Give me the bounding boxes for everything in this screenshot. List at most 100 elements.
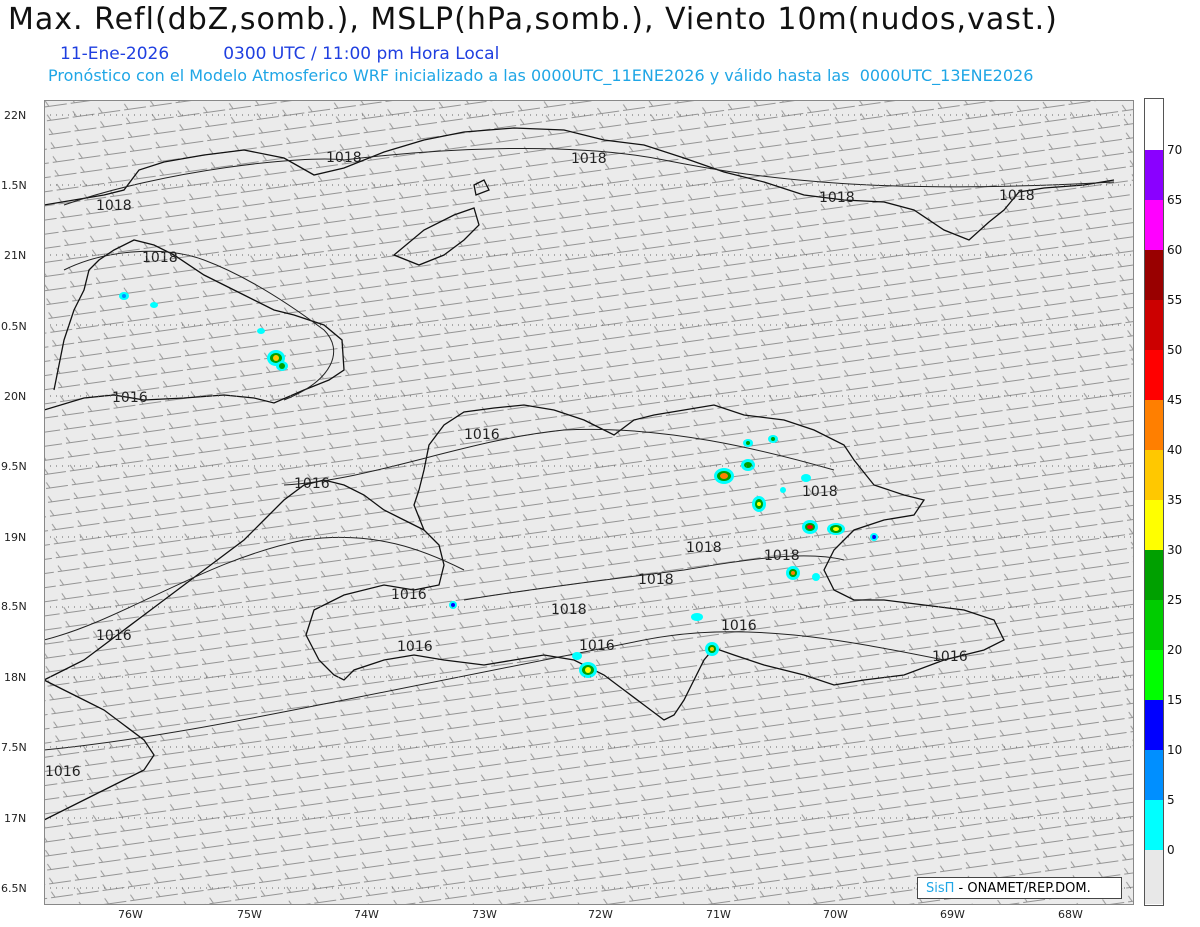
colorbar-swatch (1145, 450, 1163, 500)
colorbar-label: 20 (1167, 643, 1183, 657)
storm-cell (276, 361, 288, 371)
colorbar-swatch (1145, 200, 1163, 250)
isobar-label: 1018 (551, 602, 587, 618)
lat-label: 1.5N (1, 179, 27, 192)
isobar-label: 1016 (397, 639, 433, 655)
sispi-logo: SisΠ (926, 881, 955, 896)
lon-label: 74W (354, 908, 379, 921)
lon-label: 72W (588, 908, 613, 921)
isobar-label: 1018 (326, 150, 362, 166)
colorbar-swatch (1145, 650, 1163, 700)
colorbar-swatch (1145, 750, 1163, 800)
storm-cell (752, 496, 766, 512)
isobar-label: 1016 (932, 649, 968, 665)
forecast-map: 1018 1018 1018 1018 1018 1018 1016 1016 … (44, 100, 1134, 905)
storm-cell (780, 487, 786, 493)
colorbar-label: 30 (1167, 543, 1183, 557)
lat-label: 7.5N (1, 741, 27, 754)
isobar-label: 1016 (579, 638, 615, 654)
chart-title: Max. Refl(dbZ,somb.), MSLP(hPa,somb.), V… (8, 2, 1058, 37)
isobar-label: 1018 (999, 188, 1035, 204)
colorbar-swatch (1145, 500, 1163, 550)
colorbar-label: 5 (1167, 793, 1175, 807)
storm-cell (743, 439, 753, 447)
isobar-label: 1016 (45, 764, 81, 780)
storm-cell (705, 642, 719, 656)
isobar-label: 1018 (819, 190, 855, 206)
colorbar-label: 15 (1167, 693, 1183, 707)
isobar-label: 1016 (294, 476, 330, 492)
lon-label: 75W (237, 908, 262, 921)
isobar-label: 1016 (112, 390, 148, 406)
lat-label: 20N (4, 390, 27, 403)
lon-label: 69W (940, 908, 965, 921)
storm-cell (827, 523, 845, 535)
lon-label: 76W (118, 908, 143, 921)
credit-text: - ONAMET/REP.DOM. (954, 881, 1091, 896)
isobar-label: 1018 (96, 198, 132, 214)
colorbar-label: 65 (1167, 193, 1183, 207)
isobar-label: 1016 (464, 427, 500, 443)
colorbar-label: 55 (1167, 293, 1183, 307)
isobar-label: 1018 (686, 540, 722, 556)
colorbar-swatch (1145, 250, 1163, 300)
lat-label: 19N (4, 531, 27, 544)
colorbar-label: 50 (1167, 343, 1183, 357)
isobar-label: 1016 (721, 618, 757, 634)
lat-label: 17N (4, 812, 27, 825)
wind-barbs (44, 100, 1134, 905)
colorbar-label: 40 (1167, 443, 1183, 457)
lat-label: 21N (4, 249, 27, 262)
storm-cell (257, 328, 265, 334)
isobar-label: 1018 (802, 484, 838, 500)
storm-cell (119, 292, 129, 300)
lat-label: 9.5N (1, 460, 27, 473)
storm-cell (741, 459, 755, 471)
lon-label: 73W (472, 908, 497, 921)
storm-cell (802, 520, 818, 534)
colorbar-label: 60 (1167, 243, 1183, 257)
credit-box: SisΠ - ONAMET/REP.DOM. (917, 877, 1122, 899)
colorbar-label: 70 (1167, 143, 1183, 157)
model-description: Pronóstico con el Modelo Atmosferico WRF… (48, 66, 1034, 85)
lat-label: 6.5N (1, 882, 27, 895)
lat-label: 0.5N (1, 320, 27, 333)
lat-label: 8.5N (1, 600, 27, 613)
storm-cell (768, 435, 778, 443)
colorbar-label: 35 (1167, 493, 1183, 507)
colorbar-swatch (1145, 700, 1163, 750)
colorbar-swatch (1145, 400, 1163, 450)
colorbar-swatch (1145, 350, 1163, 400)
storm-cell (801, 474, 811, 482)
lat-label: 18N (4, 671, 27, 684)
time-label: 0300 UTC / 11:00 pm Hora Local (223, 44, 500, 64)
colorbar-swatch (1145, 800, 1163, 850)
storm-cell (449, 601, 457, 609)
colorbar-swatch (1145, 850, 1163, 904)
isobar-label: 1018 (571, 151, 607, 167)
storm-cell (579, 662, 597, 678)
isobar-label: 1016 (96, 628, 132, 644)
colorbar-label: 45 (1167, 393, 1183, 407)
storm-cell (572, 652, 582, 660)
forecast-time: 11-Ene-2026 0300 UTC / 11:00 pm Hora Loc… (60, 44, 499, 64)
date-label: 11-Ene-2026 (60, 44, 170, 64)
colorbar-label: 0 (1167, 843, 1175, 857)
lon-label: 70W (823, 908, 848, 921)
isobar-label: 1018 (638, 572, 674, 588)
lon-label: 68W (1058, 908, 1083, 921)
colorbar-label: 25 (1167, 593, 1183, 607)
storm-cell (812, 573, 820, 581)
lon-label: 71W (706, 908, 731, 921)
storm-cell (870, 533, 878, 541)
isobar-label: 1018 (142, 250, 178, 266)
colorbar-swatch (1145, 300, 1163, 350)
isobar-label: 1018 (764, 548, 800, 564)
colorbar-swatch (1145, 600, 1163, 650)
storm-cell (786, 566, 800, 580)
isobar-label: 1016 (391, 587, 427, 603)
colorbar-swatch (1145, 150, 1163, 200)
lat-label: 22N (4, 109, 27, 122)
storm-cell (150, 302, 158, 308)
reflectivity-colorbar (1144, 98, 1164, 906)
